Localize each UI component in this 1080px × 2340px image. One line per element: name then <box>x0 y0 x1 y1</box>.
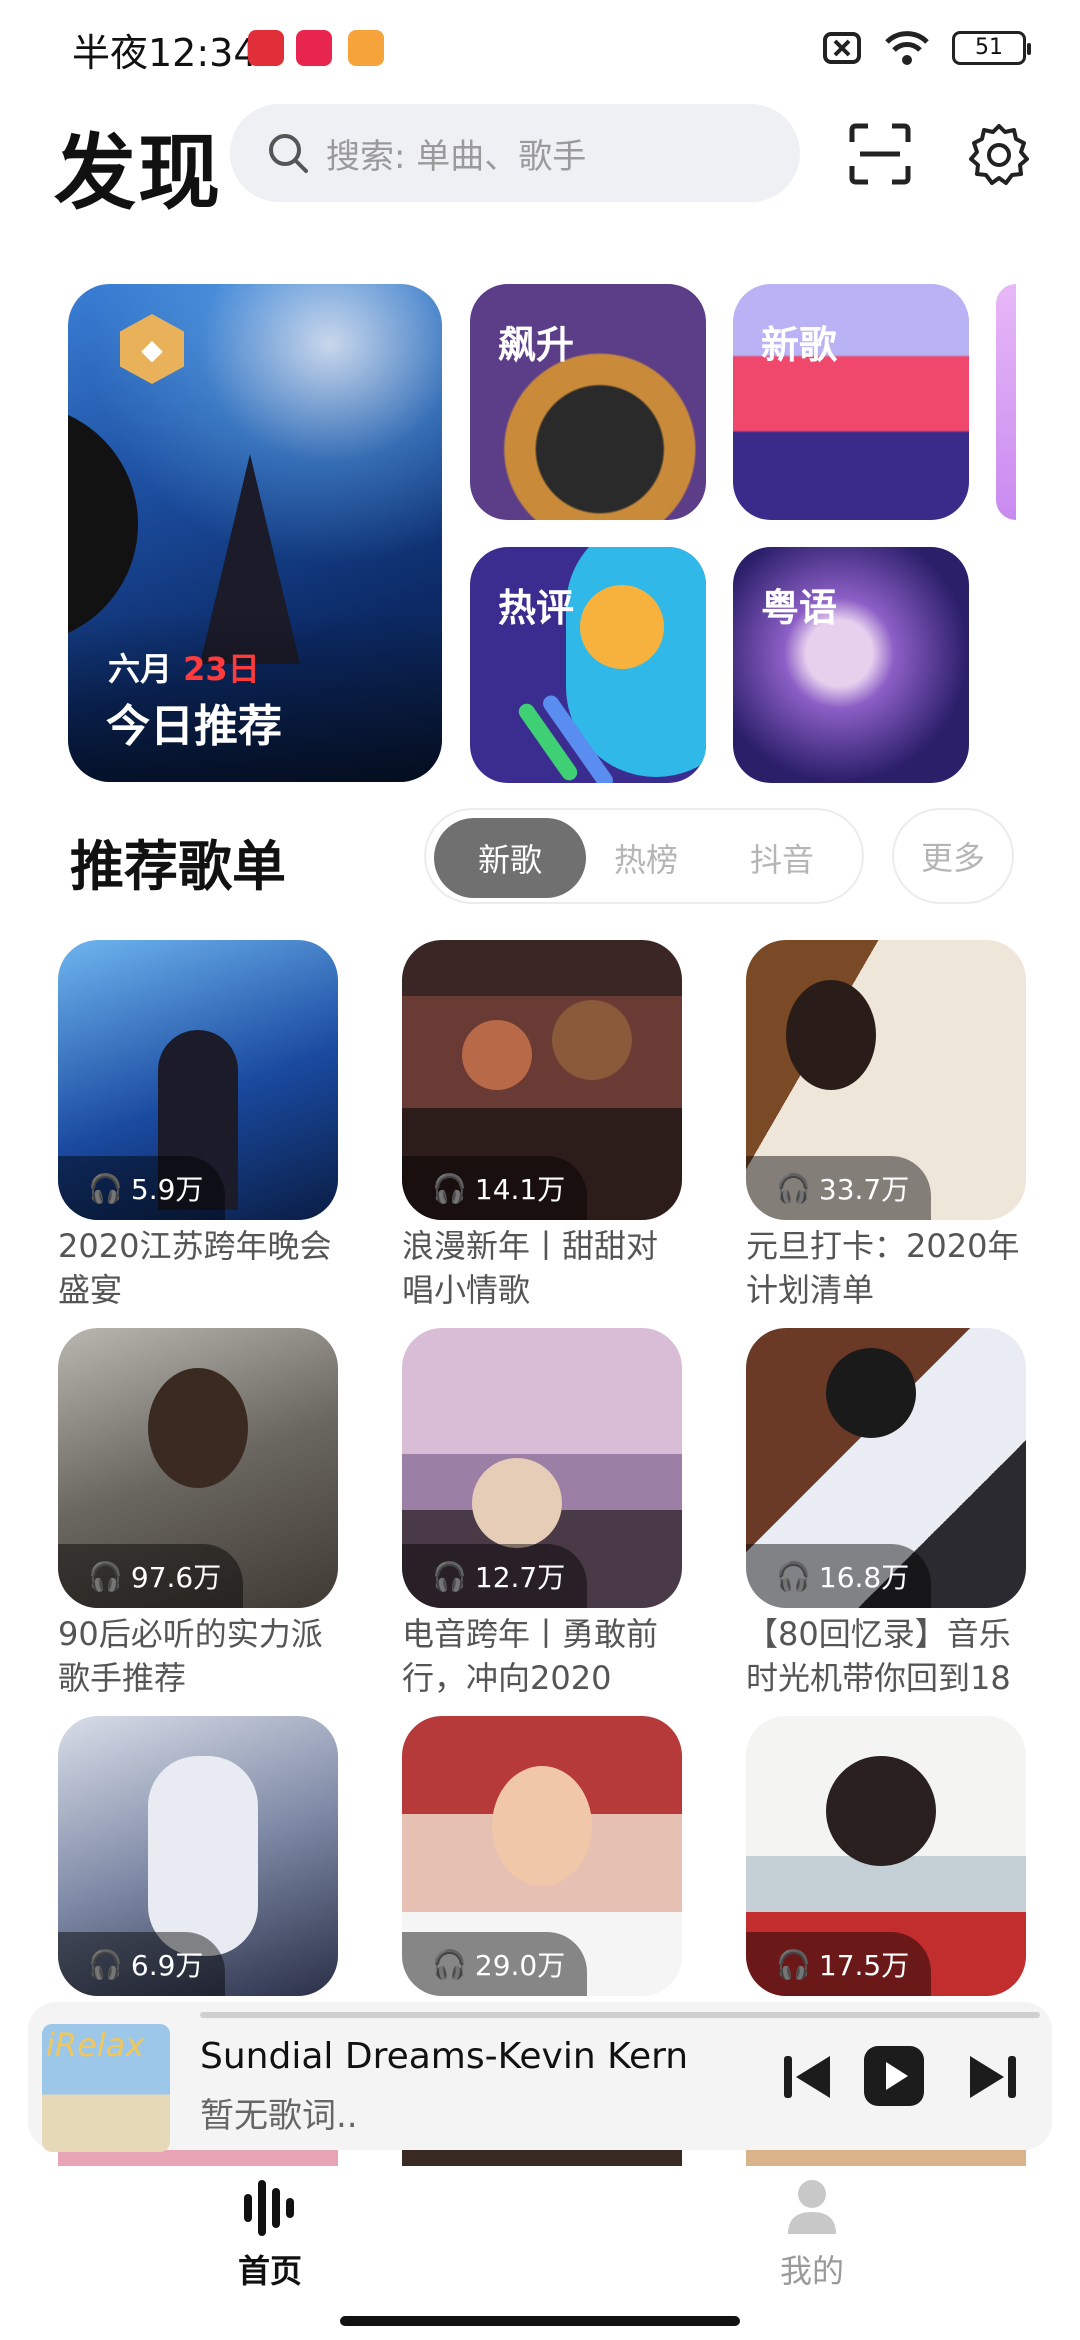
previous-icon[interactable] <box>776 2046 838 2108</box>
play-count: 🎧 17.5万 <box>746 1932 932 1996</box>
playlist-card[interactable]: 🎧 14.1万 浪漫新年丨甜甜对唱小情歌 <box>402 940 682 1312</box>
playlist-cover: 🎧 29.0万 <box>402 1716 682 1996</box>
tile-rising-chart[interactable]: 飙升 <box>470 284 706 520</box>
play-count: 🎧 97.6万 <box>58 1544 244 1608</box>
search-placeholder: 搜索: 单曲、歌手 <box>326 136 587 177</box>
status-time: 半夜12:34 <box>72 31 258 75</box>
section-title: 推荐歌单 <box>70 835 286 898</box>
play-count: 🎧 29.0万 <box>402 1932 588 1996</box>
bottom-nav: 首页 我的 <box>0 2166 1080 2340</box>
playlist-card[interactable]: 🎧 17.5万 <box>746 1716 1026 1996</box>
headphones-icon: 🎧 <box>88 1171 123 1205</box>
playlist-card[interactable]: 🎧 16.8万 【80回忆录】音乐时光机带你回到18 <box>746 1328 1026 1700</box>
headphones-icon: 🎧 <box>776 1947 811 1981</box>
playlist-card[interactable]: 🎧 12.7万 电音跨年丨勇敢前行，冲向2020 <box>402 1328 682 1700</box>
tile-hot-comments[interactable]: 热评 <box>470 547 706 783</box>
playlist-cover: 🎧 14.1万 <box>402 940 682 1220</box>
home-indicator[interactable] <box>340 2316 740 2326</box>
tile-next-peek[interactable] <box>996 284 1016 520</box>
notif-audio-icon <box>248 30 284 66</box>
waveform-icon <box>244 2180 294 2236</box>
play-count: 🎧 5.9万 <box>58 1156 226 1220</box>
wifi-icon <box>885 31 929 65</box>
playlist-cover: 🎧 12.7万 <box>402 1328 682 1608</box>
tab-new[interactable]: 新歌 <box>434 818 586 898</box>
headphones-icon: 🎧 <box>776 1559 811 1593</box>
headphones-icon: 🎧 <box>776 1171 811 1205</box>
playlist-title: 电音跨年丨勇敢前行，冲向2020 <box>402 1615 659 1697</box>
nav-home[interactable]: 首页 <box>170 2174 370 2292</box>
playlist-cover: 🎧 16.8万 <box>746 1328 1026 1608</box>
notif-app-icon <box>348 30 384 66</box>
playlist-title: 2020江苏跨年晚会盛宴 <box>58 1227 332 1309</box>
headphones-icon: 🎧 <box>432 1559 467 1593</box>
nav-label: 我的 <box>779 2252 844 2290</box>
tile-label: 新歌 <box>761 323 838 367</box>
tile-cantonese[interactable]: 粤语 <box>733 547 969 783</box>
featured-date: 六月 23日 <box>108 650 260 688</box>
tile-label: 粤语 <box>761 586 838 630</box>
cover-brand-logo: iRelax <box>46 2026 145 2064</box>
tab-douyin[interactable]: 抖音 <box>706 818 858 898</box>
search-input[interactable]: 搜索: 单曲、歌手 <box>230 104 800 202</box>
headphones-icon: 🎧 <box>432 1171 467 1205</box>
tile-new-songs[interactable]: 新歌 <box>733 284 969 520</box>
headphones-icon: 🎧 <box>88 1947 123 1981</box>
search-icon <box>269 134 308 173</box>
status-bar: 半夜12:34 51 <box>0 0 1080 96</box>
player-cover[interactable]: iRelax <box>42 2024 170 2152</box>
battery-indicator: 51 <box>952 31 1031 65</box>
play-count: 🎧 6.9万 <box>58 1932 226 1996</box>
lyric-text: 暂无歌词.. <box>200 2096 358 2136</box>
playlist-title: 90后必听的实力派歌手推荐 <box>58 1615 323 1697</box>
playlist-title: 【80回忆录】音乐时光机带你回到18 <box>746 1615 1011 1697</box>
scan-icon[interactable] <box>848 122 912 186</box>
playlist-cover: 🎧 33.7万 <box>746 940 1026 1220</box>
headphones-icon: 🎧 <box>432 1947 467 1981</box>
header: 发现 搜索: 单曲、歌手 <box>0 100 1080 221</box>
nav-mine[interactable]: 我的 <box>712 2174 912 2292</box>
tab-hot[interactable]: 热榜 <box>570 818 722 898</box>
playlist-title: 浪漫新年丨甜甜对唱小情歌 <box>402 1227 659 1309</box>
playlist-card[interactable]: 🎧 5.9万 2020江苏跨年晚会盛宴 <box>58 940 338 1312</box>
playlist-card[interactable]: 🎧 33.7万 元旦打卡：2020年计划清单 <box>746 940 1026 1312</box>
playlist-cover: 🎧 5.9万 <box>58 940 338 1220</box>
playlist-cover: 🎧 97.6万 <box>58 1328 338 1608</box>
tile-label: 飙升 <box>498 323 575 367</box>
profile-icon <box>788 2180 836 2234</box>
playlist-title: 元旦打卡：2020年计划清单 <box>746 1227 1020 1309</box>
more-button[interactable]: 更多 <box>892 808 1014 904</box>
next-icon[interactable] <box>962 2046 1024 2108</box>
play-count: 🎧 12.7万 <box>402 1544 588 1608</box>
sim-off-icon <box>823 32 861 64</box>
headphones-icon: 🎧 <box>88 1559 123 1593</box>
playlist-card[interactable]: 🎧 6.9万 <box>58 1716 338 1996</box>
play-button[interactable] <box>864 2046 924 2106</box>
mini-player[interactable]: iRelax Sundial Dreams-Kevin Kern 暂无歌词.. <box>28 2002 1052 2152</box>
gear-icon[interactable] <box>966 122 1032 188</box>
play-count: 🎧 16.8万 <box>746 1544 932 1608</box>
page-title: 发现 <box>54 126 223 221</box>
featured-title: 今日推荐 <box>106 701 282 752</box>
playlist-cover: 🎧 6.9万 <box>58 1716 338 1996</box>
nav-label: 首页 <box>237 2252 302 2290</box>
playlist-card[interactable]: 🎧 29.0万 <box>402 1716 682 1996</box>
notif-xiaohongshu-icon <box>296 30 332 66</box>
featured-daily-card[interactable]: ◆ 六月 23日 今日推荐 <box>68 284 442 782</box>
song-title: Sundial Dreams-Kevin Kern <box>200 2036 689 2077</box>
playlist-cover: 🎧 17.5万 <box>746 1716 1026 1996</box>
play-count: 🎧 33.7万 <box>746 1156 932 1220</box>
tile-label: 热评 <box>498 586 575 630</box>
playback-progress-bar[interactable] <box>200 2012 1040 2018</box>
playlist-tabs: 新歌 热榜 抖音 <box>424 808 864 904</box>
play-count: 🎧 14.1万 <box>402 1156 588 1220</box>
playlist-card[interactable]: 🎧 97.6万 90后必听的实力派歌手推荐 <box>58 1328 338 1700</box>
